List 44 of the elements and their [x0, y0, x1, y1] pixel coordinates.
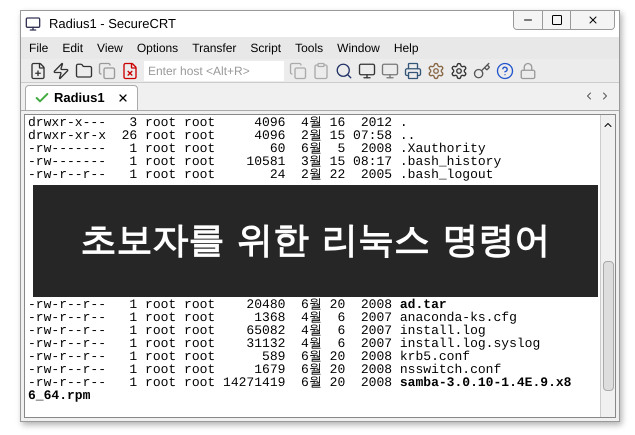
- app-icon: [25, 16, 41, 32]
- terminal-line: -rw-r--r-- 1 root root 31132 4월 6 2007 install.log.syslog: [28, 337, 542, 350]
- session-tab[interactable]: Radius1: [25, 85, 138, 110]
- terminal-line: -rw-r--r-- 1 root root 1679 6월 20 2008 nsswitch.conf: [28, 363, 502, 376]
- tab-close-icon[interactable]: [116, 92, 129, 104]
- terminal-line: -rw------- 1 root root 60 6월 5 2008 .Xauthority: [28, 142, 486, 155]
- menu-item[interactable]: Script: [250, 39, 282, 57]
- scroll-thumb[interactable]: [602, 261, 614, 391]
- terminal-line: -rw-r--r-- 1 root root 20480 6월 20 2008 ad.tar: [28, 298, 447, 311]
- menu-item[interactable]: Transfer: [192, 39, 236, 57]
- menu-item[interactable]: Options: [136, 39, 178, 57]
- terminal-line: -rw------- 1 root root 10581 3월 15 08:17 .bash_history: [28, 155, 502, 168]
- monitor-icon[interactable]: [358, 62, 376, 80]
- terminal-line: drwxr-x--- 3 root root 4096 4월 16 2012 .: [28, 116, 409, 129]
- lightning-icon[interactable]: [52, 62, 70, 80]
- maximize-icon: [550, 14, 562, 26]
- settings-icon[interactable]: [427, 62, 445, 80]
- window-title: Radius1 - SecureCRT: [49, 15, 176, 34]
- search-icon[interactable]: [335, 62, 353, 80]
- menu-item[interactable]: View: [97, 39, 123, 57]
- new-session-icon[interactable]: [29, 62, 47, 80]
- key-icon[interactable]: [473, 62, 491, 80]
- folder-icon[interactable]: [75, 62, 93, 80]
- print-icon[interactable]: [404, 62, 422, 80]
- banner-title: 초보자를 위한 리눅스 명령어: [80, 219, 550, 263]
- close-button[interactable]: [570, 11, 614, 29]
- menu-item[interactable]: Help: [394, 39, 418, 57]
- menu-item[interactable]: Edit: [62, 39, 84, 57]
- menu-item[interactable]: Window: [337, 39, 380, 57]
- host-field[interactable]: Enter host <Alt+R>: [144, 60, 284, 80]
- terminal-line: -rw-r--r-- 1 root root 65082 4월 6 2007 install.log: [28, 324, 486, 337]
- screen-icon[interactable]: [381, 62, 399, 80]
- close-icon: [586, 14, 598, 26]
- help-icon[interactable]: [496, 62, 514, 80]
- terminal-line: -rw-r--r-- 1 root root 24 2월 22 2005 .bash_logout: [28, 168, 494, 181]
- terminal-line: drwxr-xr-x 26 root root 4096 2월 15 07:58 ..: [28, 129, 416, 142]
- scrollbar[interactable]: [600, 115, 615, 417]
- terminal-line: -rw-r--r-- 1 root root 14271419 6월 20 2008 samba-3.0.10-1.4E.9.x8: [28, 376, 572, 389]
- menu-item[interactable]: File: [29, 39, 48, 57]
- terminal-line: -rw-r--r-- 1 root root 589 6월 20 2008 krb5.conf: [28, 350, 470, 363]
- terminal-line: -rw-r--r-- 1 root root 1368 4월 6 2007 anaconda-ks.cfg: [28, 311, 518, 324]
- terminal-line: 6_64.rpm: [28, 389, 92, 402]
- maximize-button[interactable]: [542, 11, 570, 29]
- menu-item[interactable]: Tools: [295, 39, 324, 57]
